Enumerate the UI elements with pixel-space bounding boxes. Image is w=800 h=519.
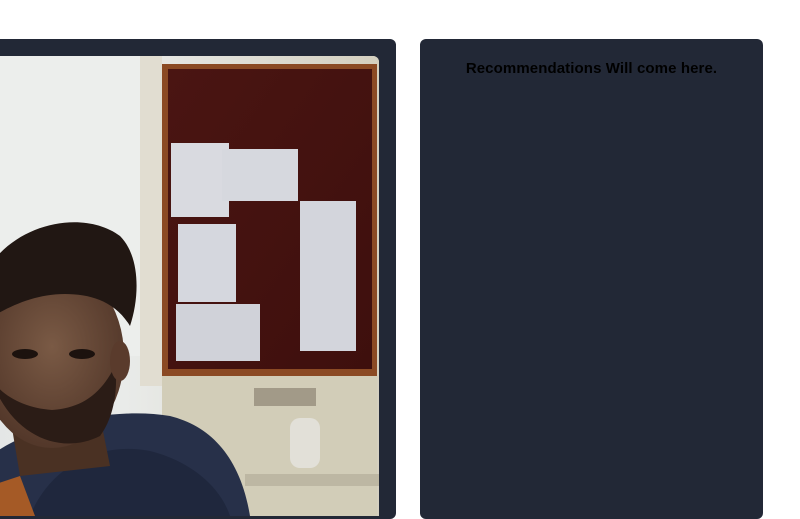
camera-feed-image xyxy=(0,56,379,516)
webcam-video-feed xyxy=(0,56,379,516)
recommendations-panel xyxy=(420,39,763,519)
recommendations-placeholder-text: Recommendations Will come here. xyxy=(465,60,718,77)
